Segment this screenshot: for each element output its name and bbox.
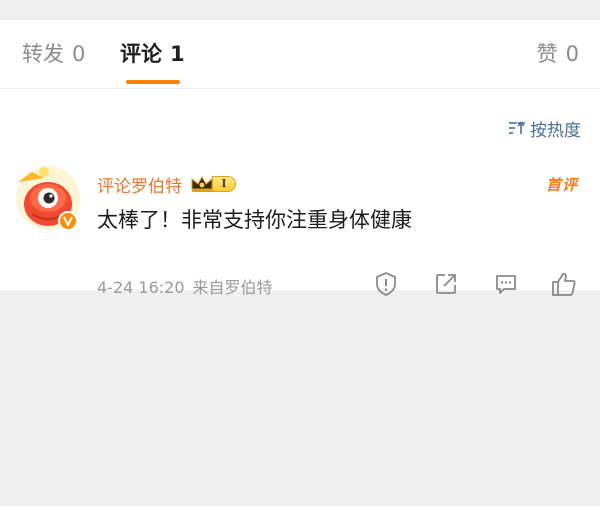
comments-panel: 转发 0 评论 1 赞0 按热度 评论罗伯特 I 首评 太棒了！非常支持你注重身…	[0, 20, 600, 297]
share-icon	[436, 274, 456, 294]
like-icon	[552, 272, 576, 296]
tab-comments-count: 1	[170, 42, 185, 66]
tab-likes[interactable]: 赞0	[537, 40, 579, 68]
first-comment-badge: 首评	[545, 176, 578, 194]
comment-time: 4-24 16:20	[97, 278, 185, 297]
comment-source: 来自罗伯特	[192, 278, 273, 297]
sort-label: 按热度	[530, 120, 581, 141]
crown-icon	[191, 175, 213, 192]
username[interactable]: 评论罗伯特	[97, 172, 182, 197]
reply-button[interactable]	[491, 269, 521, 299]
like-button[interactable]	[549, 269, 579, 299]
sort-icon	[509, 121, 525, 134]
report-icon	[376, 272, 396, 296]
vip-level: I	[212, 176, 236, 192]
comment-meta: 4-24 16:20 来自罗伯特	[97, 274, 273, 298]
active-tab-indicator	[126, 80, 180, 84]
tab-likes-count: 0	[565, 42, 579, 66]
tab-likes-label: 赞	[536, 42, 558, 66]
reply-icon	[496, 275, 516, 294]
tab-bar: 转发 0 评论 1 赞0	[0, 20, 600, 89]
weibo-mascot-avatar-icon	[16, 166, 80, 231]
vip-badge[interactable]: I	[190, 174, 236, 194]
comment-text: 太棒了！非常支持你注重身体健康	[97, 208, 412, 232]
tab-reposts[interactable]: 转发 0	[22, 40, 85, 68]
tab-reposts-count: 0	[72, 42, 86, 66]
share-button[interactable]	[431, 269, 461, 299]
report-button[interactable]	[371, 269, 401, 299]
avatar[interactable]	[14, 164, 82, 232]
tab-comments-label: 评论	[120, 42, 162, 66]
comment-header: 评论罗伯特 I	[97, 171, 236, 197]
top-spacer	[0, 0, 600, 20]
tab-reposts-label: 转发	[22, 42, 64, 66]
sort-by-hot-button[interactable]: 按热度	[508, 116, 581, 141]
tab-comments[interactable]: 评论 1	[120, 40, 185, 68]
